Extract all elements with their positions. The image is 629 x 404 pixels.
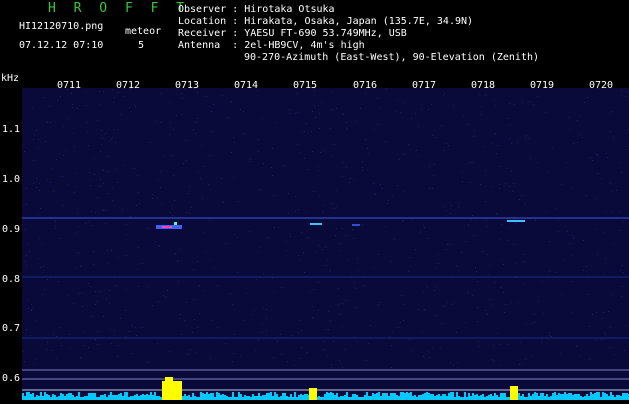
meteor-echo-2 [310,223,322,225]
datetime: 07.12.12 07:10 [19,40,104,51]
receiver-row: Receiver : YAESU FT-690 53.749MHz, USB [178,28,407,40]
meteor-count: 5 [138,40,145,51]
y-tick-0-6: 0.6 [2,373,21,384]
receiver-value: YAESU FT-690 53.749MHz, USB [244,28,407,39]
y-tick-1-0: 1.0 [2,174,21,185]
antenna-value: 2el-HB9CV, 4m's high [244,40,365,51]
meteor-burst-3 [510,386,518,400]
location-row: Location : Hirakata, Osaka, Japan (135.7… [178,16,473,28]
y-tick-0-8: 0.8 [2,274,21,285]
spectrogram-plot [22,88,629,400]
spectrogram-background [22,88,629,400]
observer-label: Observer : [178,4,239,15]
meteor-label: meteor [125,26,162,37]
receiver-label: Receiver : [178,28,239,39]
location-value: Hirakata, Osaka, Japan (135.7E, 34.9N) [244,16,474,27]
spectrogram-svg [22,88,629,400]
antenna-row: Antenna : 2el-HB9CV, 4m's high [178,40,365,52]
y-tick-1-1: 1.1 [2,124,21,135]
observer-value: Hirotaka Otsuka [244,4,335,15]
meteor-echo-3 [507,220,525,222]
file-name: HI12120710.png [19,21,104,32]
y-tick-0-9: 0.9 [2,224,21,235]
observer-row: Observer : Hirotaka Otsuka [178,4,335,16]
meteor-echo-4 [352,224,360,226]
antenna-detail: 90-270-Azimuth (East-West), 90-Elevation… [244,52,540,63]
y-axis-unit: kHz [1,73,20,84]
app-title: H R O F F T [48,1,190,16]
location-label: Location : [178,16,239,27]
antenna-label: Antenna : [178,40,239,51]
meteor-burst-2 [309,388,317,400]
y-tick-0-7: 0.7 [2,323,21,334]
